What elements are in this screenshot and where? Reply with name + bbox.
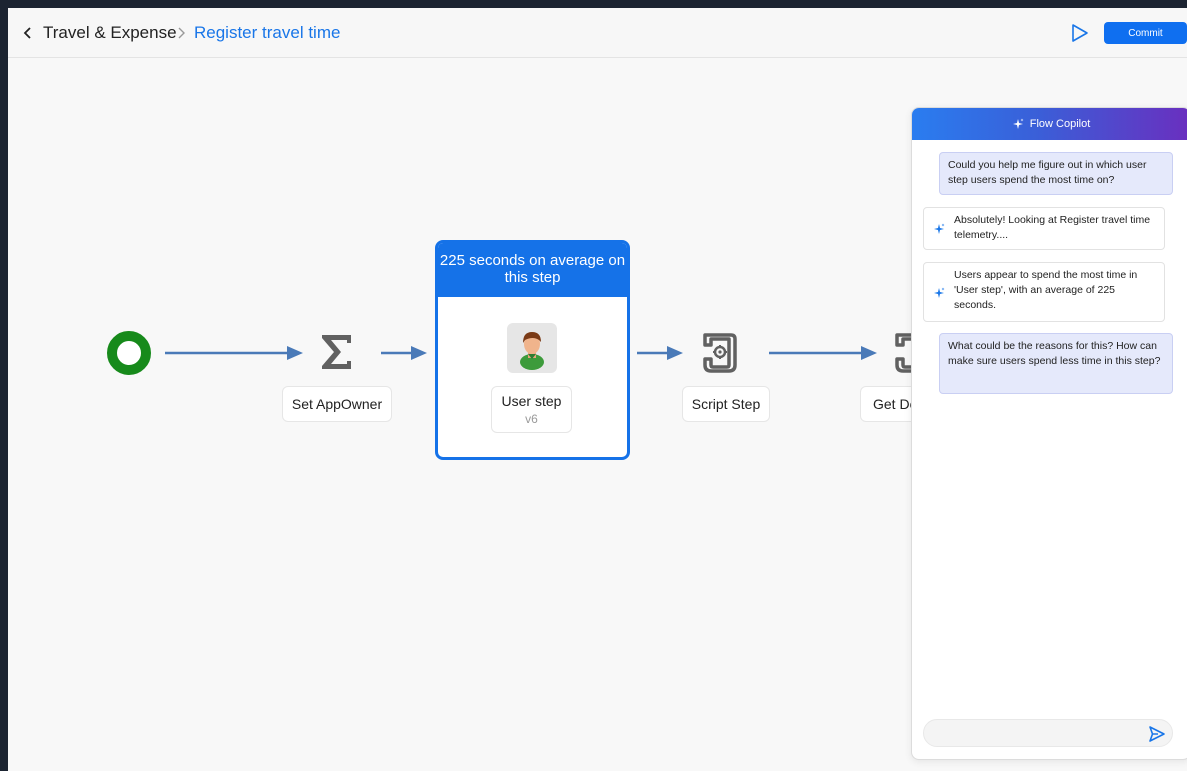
sparkle-icon (934, 287, 945, 298)
chat-message-user: What could be the reasons for this? How … (939, 333, 1173, 394)
user-avatar-icon (520, 332, 544, 370)
top-bar: Travel & Expense Register travel time Co… (8, 8, 1187, 58)
play-icon[interactable] (1068, 22, 1090, 44)
copilot-header: Flow Copilot (912, 108, 1187, 140)
message-text: Could you help me figure out in which us… (948, 159, 1147, 186)
chat-message-assistant: Absolutely! Looking at Register travel t… (923, 207, 1165, 250)
step-name: User step (501, 393, 562, 409)
flow-edge (769, 346, 877, 360)
chat-message-assistant: Users appear to spend the most time in '… (923, 262, 1165, 322)
flow-edge (381, 346, 427, 360)
copilot-chat-input[interactable] (923, 719, 1173, 747)
flow-edge (637, 346, 683, 360)
user-step-icon-box (507, 323, 557, 373)
message-text: What could be the reasons for this? How … (948, 340, 1161, 367)
breadcrumb-root[interactable]: Travel & Expense (43, 23, 177, 43)
flow-edge (165, 346, 303, 360)
flow-editor-app: Travel & Expense Register travel time Co… (8, 8, 1187, 771)
step-label-set-appowner[interactable]: Set AppOwner (282, 386, 392, 422)
sigma-icon[interactable] (319, 332, 355, 372)
chevron-left-icon (23, 27, 31, 39)
chevron-right-icon (178, 27, 185, 39)
step-label-user-step[interactable]: User step v6 (491, 386, 572, 433)
script-scroll-icon[interactable] (699, 331, 741, 375)
step-version: v6 (525, 412, 538, 426)
user-step-card[interactable]: 225 seconds on average on this step User… (435, 240, 630, 460)
flow-copilot-panel: Flow Copilot Could you help me figure ou… (911, 107, 1187, 760)
back-button[interactable] (18, 21, 38, 45)
message-text: Users appear to spend the most time in '… (954, 269, 1138, 311)
message-text: Absolutely! Looking at Register travel t… (954, 214, 1151, 241)
start-node[interactable] (107, 331, 151, 375)
step-duration-banner: 225 seconds on average on this step (438, 243, 627, 297)
step-label-script-step[interactable]: Script Step (682, 386, 770, 422)
sparkle-icon (1012, 118, 1024, 129)
sparkle-icon (934, 223, 945, 234)
breadcrumb-current: Register travel time (194, 23, 341, 42)
commit-button[interactable]: Commit (1104, 22, 1187, 44)
copilot-title: Flow Copilot (1029, 118, 1091, 130)
chat-message-user: Could you help me figure out in which us… (939, 152, 1173, 195)
send-icon[interactable] (1148, 725, 1166, 743)
